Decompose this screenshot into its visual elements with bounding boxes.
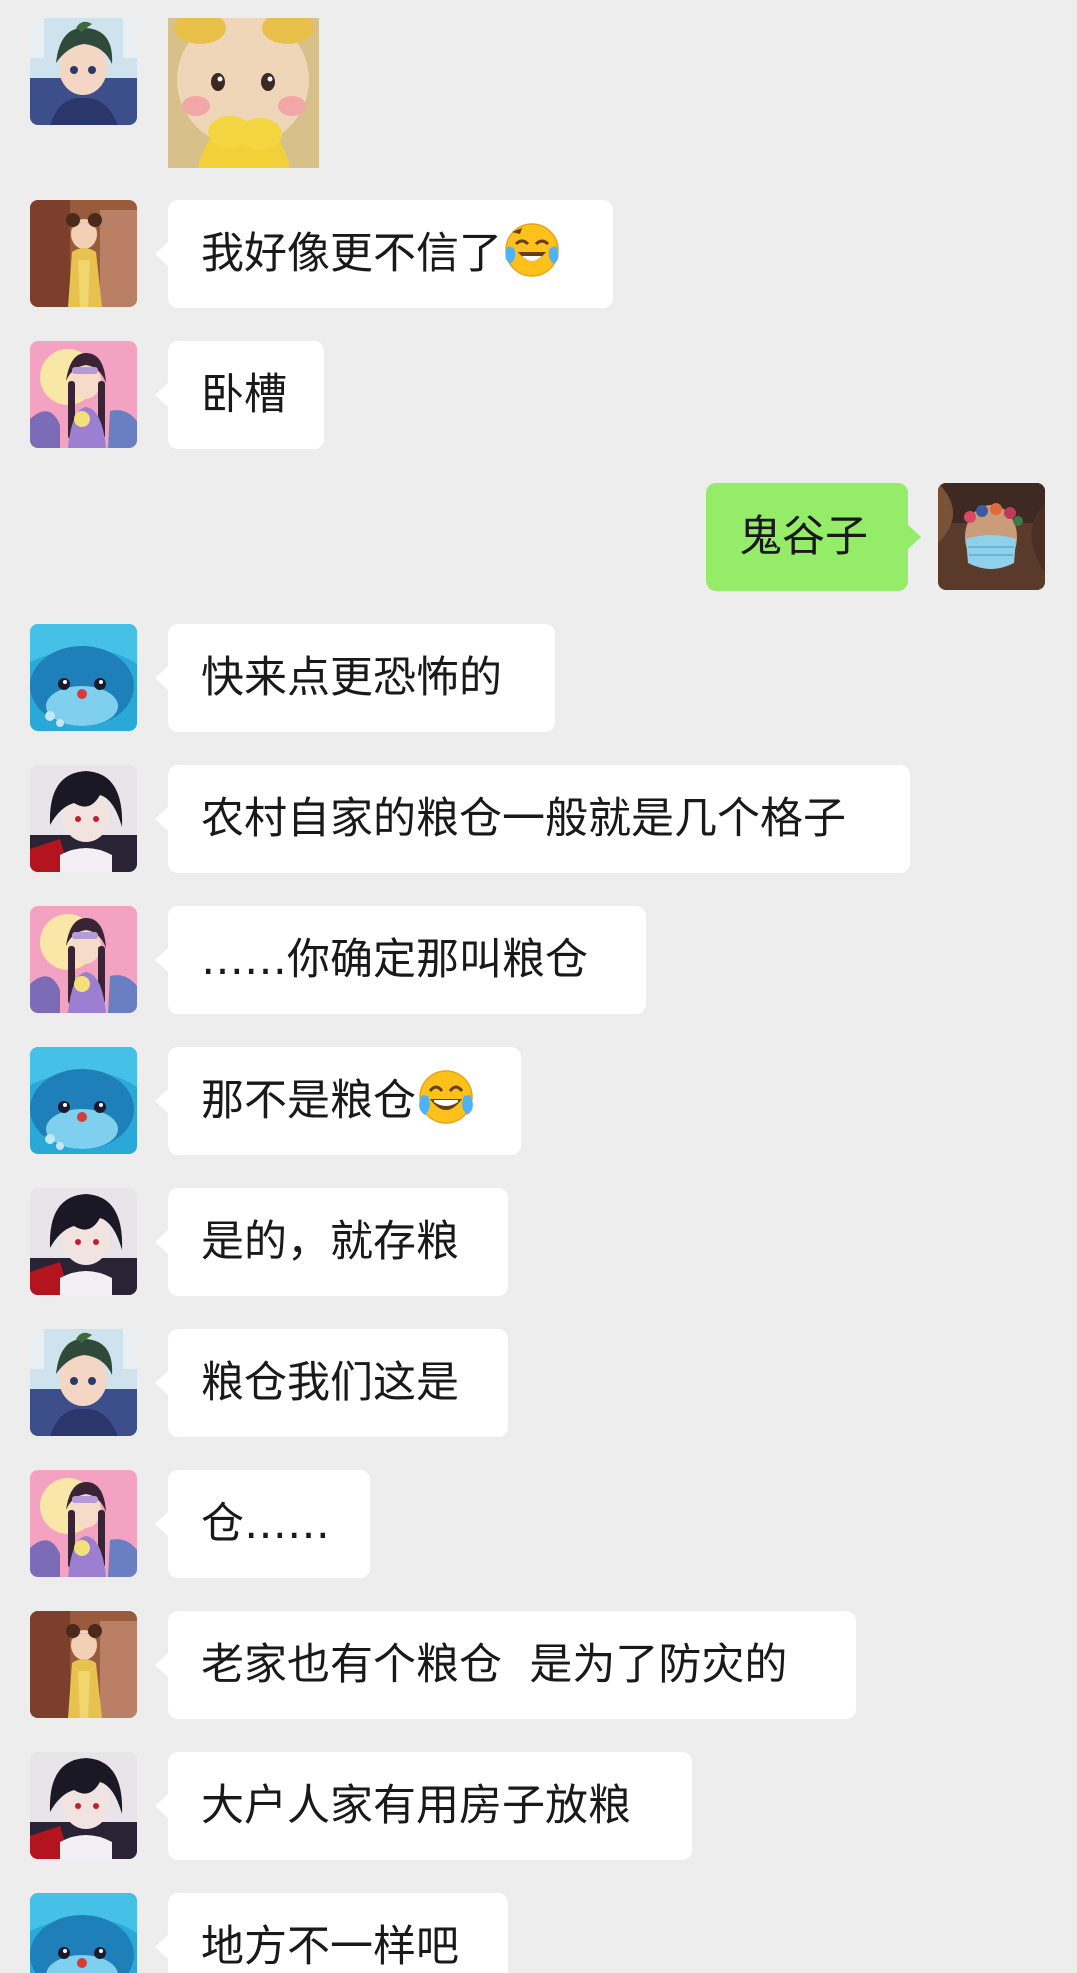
message-text: 老家也有个粮仓 是为了防灾的 <box>201 1640 788 1690</box>
avatar-dark-hair-boy[interactable] <box>30 1752 137 1859</box>
message-text: 地方不一样吧 <box>201 1922 459 1972</box>
avatar-self[interactable] <box>938 483 1045 590</box>
avatar-blue-whale[interactable] <box>30 624 137 731</box>
message-text: 农村自家的粮仓一般就是几个格子 <box>201 794 846 844</box>
avatar-pink-girl[interactable] <box>30 1470 137 1577</box>
avatar-pink-girl[interactable] <box>30 341 137 448</box>
message-bubble[interactable]: 地方不一样吧 <box>155 1893 508 1973</box>
crying-laughing-face-icon <box>504 222 560 278</box>
message-text: 鬼谷子 <box>739 512 868 562</box>
yellow-doll-sticker[interactable] <box>168 18 319 168</box>
avatar-dark-hair-boy[interactable] <box>30 765 137 872</box>
avatar-orange-girl[interactable] <box>30 200 137 307</box>
message-text: 那不是粮仓 <box>201 1076 416 1126</box>
message-bubble[interactable]: 老家也有个粮仓 是为了防灾的 <box>155 1611 856 1719</box>
tears-of-joy-face-icon <box>418 1069 474 1125</box>
chat-message-list: 我好像更不信了 卧槽 鬼谷子 快来点更恐怖的 农村自家的粮仓一般就是几个格子 …… <box>0 0 1077 1973</box>
message-text: ……你确定那叫粮仓 <box>201 935 588 985</box>
avatar-blue-whale[interactable] <box>30 1047 137 1154</box>
message-bubble[interactable]: ……你确定那叫粮仓 <box>155 906 646 1014</box>
message-bubble[interactable]: 大户人家有用房子放粮 <box>155 1752 692 1860</box>
avatar-green-hair-boy[interactable] <box>30 18 137 125</box>
avatar-pink-girl[interactable] <box>30 906 137 1013</box>
message-bubble[interactable]: 快来点更恐怖的 <box>155 624 555 732</box>
message-bubble[interactable]: 农村自家的粮仓一般就是几个格子 <box>155 765 910 873</box>
message-bubble[interactable]: 我好像更不信了 <box>155 200 613 308</box>
message-text: 是的，就存粮 <box>201 1217 459 1267</box>
message-text: 快来点更恐怖的 <box>201 653 502 703</box>
message-bubble[interactable]: 那不是粮仓 <box>155 1047 521 1155</box>
message-bubble[interactable]: 粮仓我们这是 <box>155 1329 508 1437</box>
avatar-dark-hair-boy[interactable] <box>30 1188 137 1295</box>
message-text: 卧槽 <box>201 370 287 420</box>
outgoing-message-bubble[interactable]: 鬼谷子 <box>706 483 921 591</box>
message-bubble[interactable]: 仓…… <box>155 1470 370 1578</box>
message-bubble[interactable]: 卧槽 <box>155 341 324 449</box>
avatar-orange-girl[interactable] <box>30 1611 137 1718</box>
message-bubble[interactable]: 是的，就存粮 <box>155 1188 508 1296</box>
message-text: 粮仓我们这是 <box>201 1358 459 1408</box>
avatar-green-hair-boy[interactable] <box>30 1329 137 1436</box>
message-text: 我好像更不信了 <box>201 229 502 279</box>
message-text: 仓…… <box>201 1499 330 1549</box>
message-text: 大户人家有用房子放粮 <box>201 1781 631 1831</box>
avatar-blue-whale[interactable] <box>30 1893 137 1973</box>
